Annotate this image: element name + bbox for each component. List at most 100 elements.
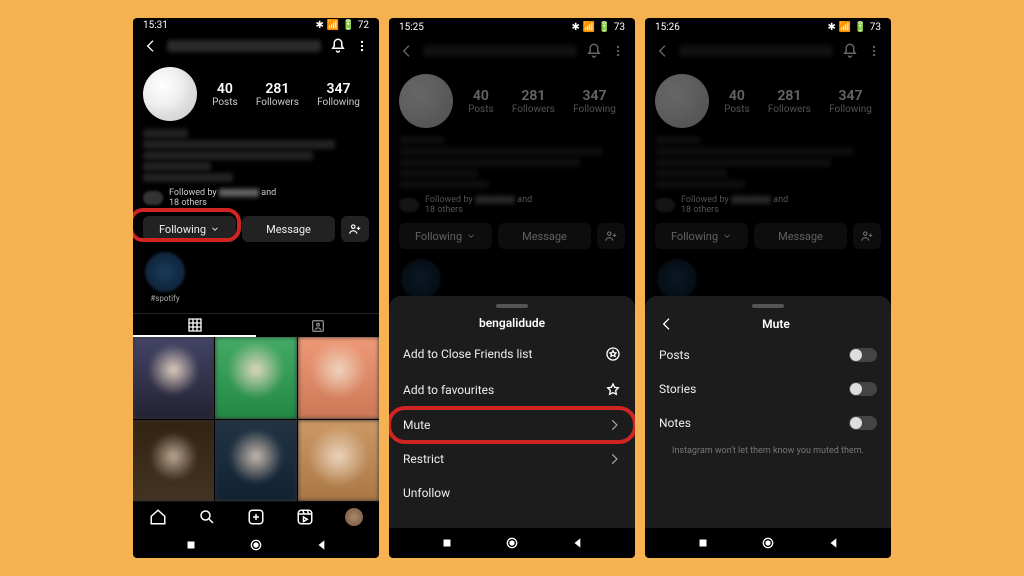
phone-screenshot-3: 15:26 ✱📶🔋73 40Posts 281Followers 347Foll… <box>645 18 891 558</box>
home-nav-icon[interactable] <box>504 535 520 551</box>
home-icon[interactable] <box>149 508 167 526</box>
back-nav-icon[interactable] <box>315 538 329 552</box>
message-button[interactable]: Message <box>754 223 847 249</box>
profile-top-bar <box>133 33 379 59</box>
close-friends-row[interactable]: Add to Close Friends list <box>389 336 635 372</box>
mute-stories-row[interactable]: Stories <box>645 372 891 406</box>
mute-note-text: Instagram won't let them know you muted … <box>645 440 891 466</box>
status-time: 15:31 <box>143 20 168 31</box>
post-thumb[interactable] <box>298 337 379 418</box>
chevron-down-icon <box>210 224 220 234</box>
sheet-title: bengalidude <box>389 314 635 336</box>
toggle-notes[interactable] <box>849 416 877 430</box>
android-nav <box>389 528 635 558</box>
profile-top-bar <box>389 36 635 66</box>
post-thumb[interactable] <box>298 420 379 501</box>
profile-nav-avatar[interactable] <box>345 508 363 526</box>
search-icon[interactable] <box>198 508 216 526</box>
recent-apps-icon[interactable] <box>440 536 454 550</box>
profile-stats: 40Posts 281Followers 347Following <box>645 66 891 134</box>
phone-screenshot-2: 15:25 ✱📶🔋73 40Posts 281Followers 347Foll… <box>389 18 635 558</box>
stat-posts[interactable]: 40Posts <box>212 81 238 108</box>
profile-stats: 40Posts 281Followers 347Following <box>389 66 635 134</box>
following-bottom-sheet: bengalidude Add to Close Friends list Ad… <box>389 296 635 528</box>
back-icon[interactable] <box>399 43 415 59</box>
new-post-icon[interactable] <box>247 508 265 526</box>
recent-apps-icon[interactable] <box>696 536 710 550</box>
toggle-stories[interactable] <box>849 382 877 396</box>
profile-top-bar <box>645 36 891 66</box>
stat-following[interactable]: 347Following <box>573 88 616 115</box>
restrict-row[interactable]: Restrict <box>389 442 635 476</box>
recent-apps-icon[interactable] <box>184 538 198 552</box>
following-button[interactable]: Following <box>655 223 748 249</box>
post-thumb[interactable] <box>133 420 214 501</box>
tab-tagged[interactable] <box>256 314 379 337</box>
stat-followers[interactable]: 281Followers <box>256 81 299 108</box>
mute-row[interactable]: Mute <box>389 408 635 442</box>
username-redacted <box>167 40 321 52</box>
favourites-row[interactable]: Add to favourites <box>389 372 635 408</box>
following-button[interactable]: Following <box>143 216 236 242</box>
action-buttons: Following Message <box>645 219 891 253</box>
home-nav-icon[interactable] <box>248 537 264 553</box>
stat-followers[interactable]: 281Followers <box>768 88 811 115</box>
more-icon[interactable] <box>355 39 369 53</box>
chevron-down-icon <box>722 231 732 241</box>
back-nav-icon[interactable] <box>571 536 585 550</box>
stat-following[interactable]: 347Following <box>829 88 872 115</box>
followed-by-row[interactable]: Followed by xxxxxxxxx and18 others <box>645 191 891 219</box>
action-buttons: Following Message <box>389 219 635 253</box>
bio-redacted <box>389 134 635 191</box>
tab-grid[interactable] <box>133 314 256 337</box>
add-user-button[interactable] <box>597 223 625 249</box>
back-icon[interactable] <box>655 43 671 59</box>
notifications-icon[interactable] <box>329 37 347 55</box>
avatar[interactable] <box>143 67 197 121</box>
back-nav-icon[interactable] <box>827 536 841 550</box>
bottom-nav <box>133 501 379 532</box>
home-nav-icon[interactable] <box>760 535 776 551</box>
status-time: 15:25 <box>399 22 424 33</box>
grid-icon <box>187 317 203 333</box>
post-thumb[interactable] <box>133 337 214 418</box>
story-highlights: #spotify <box>133 246 379 309</box>
sheet-handle[interactable] <box>752 304 784 308</box>
add-user-button[interactable] <box>341 216 369 242</box>
message-button[interactable]: Message <box>242 216 335 242</box>
chevron-right-icon <box>607 418 621 432</box>
stat-posts[interactable]: 40Posts <box>468 88 494 115</box>
add-user-button[interactable] <box>853 223 881 249</box>
mute-notes-row[interactable]: Notes <box>645 406 891 440</box>
stat-following[interactable]: 347Following <box>317 81 360 108</box>
followed-by-row[interactable]: Followed by xxxxxxxxx and18 others <box>389 191 635 219</box>
status-icons: ✱📶🔋73 <box>571 22 625 33</box>
chevron-down-icon <box>466 231 476 241</box>
unfollow-row[interactable]: Unfollow <box>389 476 635 510</box>
post-thumb[interactable] <box>215 420 296 501</box>
mute-posts-row[interactable]: Posts <box>645 338 891 372</box>
action-buttons: Following Message <box>133 212 379 246</box>
tagged-icon <box>310 318 326 334</box>
avatar[interactable] <box>655 74 709 128</box>
avatar[interactable] <box>399 74 453 128</box>
android-nav <box>133 532 379 558</box>
bio-redacted <box>133 127 379 184</box>
notifications-icon[interactable] <box>841 42 859 60</box>
back-icon[interactable] <box>143 38 159 54</box>
toggle-posts[interactable] <box>849 348 877 362</box>
stat-followers[interactable]: 281Followers <box>512 88 555 115</box>
more-icon[interactable] <box>867 44 881 58</box>
reels-icon[interactable] <box>296 508 314 526</box>
following-button[interactable]: Following <box>399 223 492 249</box>
message-button[interactable]: Message <box>498 223 591 249</box>
story-highlight[interactable]: #spotify <box>143 252 187 303</box>
sheet-handle[interactable] <box>496 304 528 308</box>
stat-posts[interactable]: 40Posts <box>724 88 750 115</box>
followed-by-row[interactable]: Followed by xxxxxxxxx and18 others <box>133 184 379 212</box>
mute-bottom-sheet: Mute Posts Stories Notes Instagram won't… <box>645 296 891 528</box>
sheet-back-icon[interactable] <box>659 316 675 332</box>
more-icon[interactable] <box>611 44 625 58</box>
post-thumb[interactable] <box>215 337 296 418</box>
notifications-icon[interactable] <box>585 42 603 60</box>
